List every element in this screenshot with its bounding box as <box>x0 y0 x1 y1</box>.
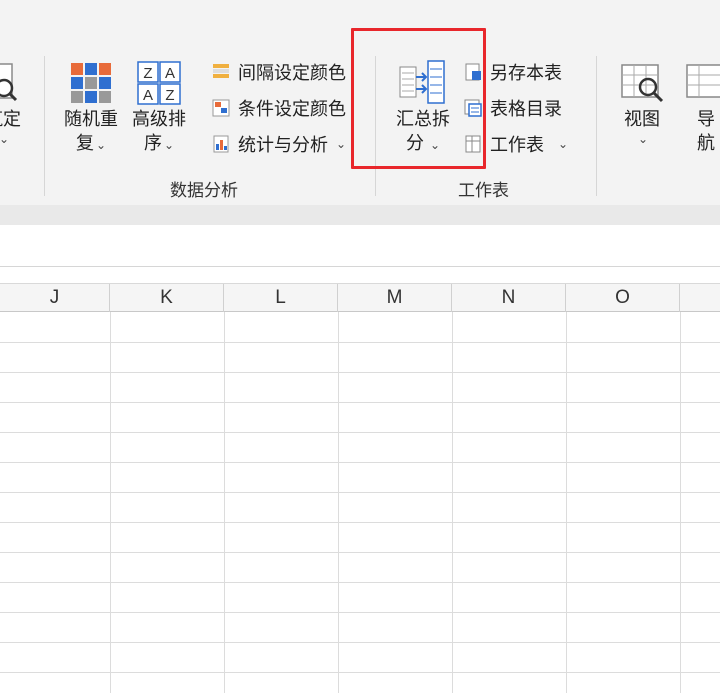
grid-hline <box>0 612 720 613</box>
column-header-k[interactable]: K <box>110 284 224 312</box>
condition-color-button[interactable]: 条件设定颜色 <box>210 94 346 122</box>
column-header-n[interactable]: N <box>452 284 566 312</box>
grid-vline <box>224 312 225 693</box>
chevron-down-icon: ⌄ <box>429 138 441 152</box>
advanced-sort-label-1: 高级排 <box>132 109 186 130</box>
grid-hline <box>0 372 720 373</box>
ribbon-shadow-strip <box>0 205 720 225</box>
grid-hline <box>0 522 720 523</box>
grid-hline <box>0 432 720 433</box>
chevron-down-icon: ⌄ <box>637 132 649 146</box>
grid-vline <box>338 312 339 693</box>
column-header-j[interactable]: J <box>0 284 110 312</box>
magnifier-icon <box>0 58 28 108</box>
column-header-partial[interactable] <box>680 284 720 312</box>
chevron-down-icon: ⌄ <box>558 137 569 151</box>
save-sheet-icon <box>462 61 484 83</box>
save-sheet-button[interactable]: 另存本表 <box>462 58 562 86</box>
ribbon: 筑定 ⌄ 随机重 复⌄ <box>0 0 720 205</box>
nav-button-partial[interactable]: 导 航 <box>684 58 720 156</box>
nav-icon <box>684 58 720 108</box>
advanced-sort-label-2: 序 <box>143 133 162 154</box>
nav-label-2: 航 <box>697 133 715 154</box>
condition-color-icon <box>210 97 232 119</box>
interval-color-icon <box>210 61 232 83</box>
nav-label-1: 导 <box>697 109 715 130</box>
stats-analysis-label: 统计与分析 <box>238 135 328 156</box>
partial-lock-label: 筑定 <box>0 109 21 130</box>
worksheet-button[interactable]: 工作表 ⌄ <box>462 130 568 158</box>
table-toc-label: 表格目录 <box>490 99 562 120</box>
grid-vline <box>680 312 681 693</box>
divider <box>44 56 45 196</box>
grid-hline <box>0 672 720 673</box>
grid-hline <box>0 642 720 643</box>
column-header-row: J K L M N O <box>0 283 720 312</box>
random-repeat-button[interactable]: 随机重 复 ⌄ <box>58 58 124 157</box>
stats-analysis-button[interactable]: 统计与分析 ⌄ <box>210 130 346 158</box>
random-repeat-label-2: 复 <box>75 133 94 154</box>
column-header-o[interactable]: O <box>566 284 680 312</box>
svg-text:A: A <box>165 65 175 82</box>
view-label: 视图 <box>624 109 660 130</box>
worksheet-icon <box>462 133 484 155</box>
interval-color-button[interactable]: 间隔设定颜色 <box>210 58 346 86</box>
view-button[interactable]: 视图 ⌄ <box>612 58 672 146</box>
sort-az-icon: Z A A Z <box>134 58 184 108</box>
chevron-down-icon: ⌄ <box>95 138 107 152</box>
column-header-m[interactable]: M <box>338 284 452 312</box>
summary-split-button[interactable]: 汇总拆 分 ⌄ <box>388 58 458 157</box>
svg-text:A: A <box>143 87 153 104</box>
summary-split-label-2: 分 <box>405 133 424 154</box>
worksheet-group-label: 工作表 <box>458 181 509 201</box>
summary-split-label-1: 汇总拆 <box>396 109 450 130</box>
partial-lock-button[interactable]: 筑定 ⌄ <box>0 58 28 146</box>
interval-color-label: 间隔设定颜色 <box>238 63 346 84</box>
save-sheet-label: 另存本表 <box>490 63 562 84</box>
condition-color-label: 条件设定颜色 <box>238 99 346 120</box>
view-icon <box>617 58 667 108</box>
grid-hline <box>0 582 720 583</box>
advanced-sort-button[interactable]: Z A A Z 高级排 序 ⌄ <box>126 58 192 157</box>
formula-bar[interactable] <box>0 225 720 267</box>
chevron-down-icon: ⌄ <box>0 132 10 146</box>
gap-row <box>0 267 720 283</box>
svg-text:Z: Z <box>143 65 152 82</box>
grid-hline <box>0 552 720 553</box>
grid-vline <box>110 312 111 693</box>
grid-vline <box>452 312 453 693</box>
table-toc-button[interactable]: 表格目录 <box>462 94 562 122</box>
random-repeat-icon <box>66 58 116 108</box>
grid-hline <box>0 462 720 463</box>
stats-chart-icon <box>210 133 232 155</box>
worksheet-label: 工作表 <box>490 135 544 156</box>
svg-text:Z: Z <box>165 87 174 104</box>
cell-grid[interactable] <box>0 312 720 693</box>
chevron-down-icon: ⌄ <box>336 137 347 151</box>
grid-hline <box>0 342 720 343</box>
grid-hline <box>0 492 720 493</box>
grid-vline <box>566 312 567 693</box>
column-header-l[interactable]: L <box>224 284 338 312</box>
data-analysis-group-label: 数据分析 <box>170 181 238 201</box>
random-repeat-label-1: 随机重 <box>64 109 118 130</box>
divider <box>596 56 597 196</box>
table-toc-icon <box>462 97 484 119</box>
chevron-down-icon: ⌄ <box>163 138 175 152</box>
summary-split-icon <box>398 58 448 108</box>
divider <box>375 56 376 196</box>
grid-hline <box>0 402 720 403</box>
